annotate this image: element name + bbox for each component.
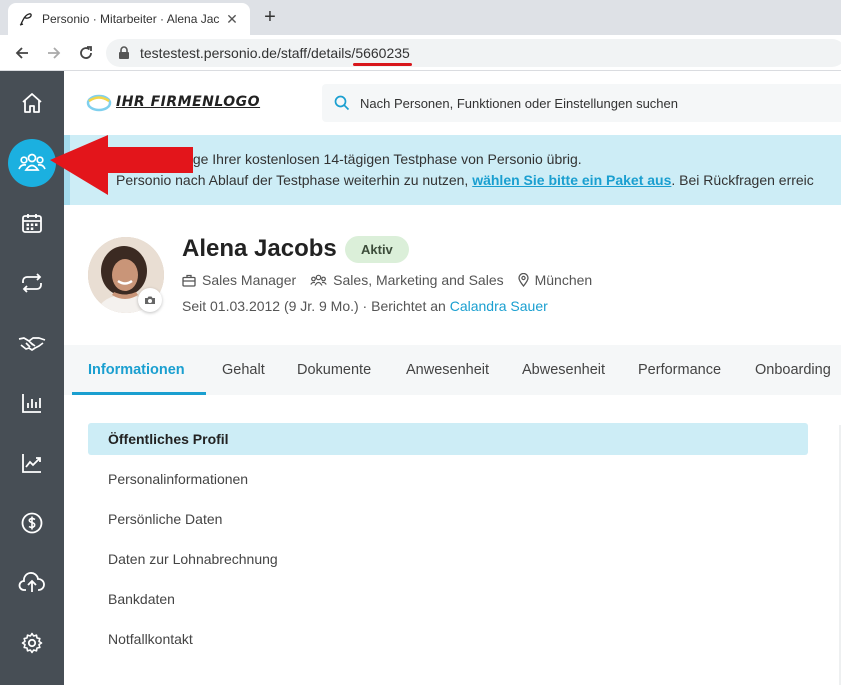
tab-dokumente[interactable]: Dokumente bbox=[297, 345, 371, 395]
sidebar-item-settings[interactable] bbox=[8, 619, 56, 667]
camera-icon bbox=[145, 296, 155, 304]
browser-tab-title: Personio · Mitarbeiter · Alena Jac bbox=[42, 12, 220, 26]
employment-since: Seit 01.03.2012 (9 Jr. 9 Mo.) bbox=[182, 298, 359, 314]
home-icon bbox=[22, 93, 42, 113]
tab-close-icon[interactable]: ✕ bbox=[224, 11, 240, 28]
tab-onboarding[interactable]: Onboarding bbox=[755, 345, 831, 395]
employee-profile-header: Alena Jacobs Aktiv Sales Manager Sales, … bbox=[64, 205, 841, 345]
reports-to-label: Berichtet an bbox=[371, 298, 446, 314]
section-personnel-info[interactable]: Personalinformationen bbox=[88, 463, 808, 495]
employment-info: Seit 01.03.2012 (9 Jr. 9 Mo.) · Berichte… bbox=[182, 298, 548, 314]
back-button[interactable] bbox=[10, 41, 34, 65]
new-tab-button[interactable]: + bbox=[258, 6, 282, 30]
arrow-right-icon bbox=[48, 47, 61, 59]
sync-icon bbox=[22, 273, 42, 293]
employee-meta: Sales Manager Sales, Marketing and Sales… bbox=[182, 272, 606, 288]
employee-department: Sales, Marketing and Sales bbox=[333, 272, 504, 288]
employee-office: München bbox=[534, 272, 593, 288]
briefcase-icon bbox=[182, 274, 196, 287]
tab-informationen[interactable]: Informationen bbox=[88, 345, 185, 395]
handshake-icon bbox=[18, 337, 46, 351]
search-placeholder: Nach Personen, Funktionen oder Einstellu… bbox=[360, 95, 678, 111]
section-payroll-data[interactable]: Daten zur Lohnabrechnung bbox=[88, 543, 808, 575]
forward-button[interactable] bbox=[42, 41, 66, 65]
logo-text: IHR FIRMENLOGO bbox=[116, 94, 261, 110]
sidebar-item-payroll[interactable] bbox=[8, 499, 56, 547]
red-arrow-annotation bbox=[50, 135, 193, 195]
section-personal-data[interactable]: Persönliche Daten bbox=[88, 503, 808, 535]
office-item: München bbox=[517, 272, 593, 288]
choose-plan-link[interactable]: wählen Sie bitte ein Paket aus bbox=[472, 172, 671, 188]
sidebar-item-home[interactable] bbox=[8, 79, 56, 127]
url-id-highlight bbox=[353, 63, 412, 66]
location-pin-icon bbox=[517, 273, 529, 287]
url-staff-id: 5660235 bbox=[353, 45, 412, 66]
employee-position: Sales Manager bbox=[202, 272, 297, 288]
global-search-input[interactable]: Nach Personen, Funktionen oder Einstellu… bbox=[322, 84, 841, 122]
browser-tabstrip: Personio · Mitarbeiter · Alena Jac ✕ + bbox=[0, 0, 841, 35]
tab-performance[interactable]: Performance bbox=[638, 345, 721, 395]
sidebar-item-handshake[interactable] bbox=[8, 319, 56, 367]
app-header: IHR FIRMENLOGO Nach Personen, Funktionen… bbox=[64, 71, 841, 135]
people-icon bbox=[18, 153, 46, 171]
sidebar-item-upload[interactable] bbox=[8, 559, 56, 607]
sidebar-item-reports[interactable] bbox=[8, 379, 56, 427]
browser-tab[interactable]: Personio · Mitarbeiter · Alena Jac ✕ bbox=[8, 3, 250, 35]
banner-line-2-suffix: . Bei Rückfragen erreic bbox=[671, 172, 814, 188]
employee-name: Alena Jacobs bbox=[182, 235, 337, 262]
separator-dot: · bbox=[362, 298, 368, 314]
company-logo[interactable]: IHR FIRMENLOGO bbox=[86, 89, 260, 115]
profile-content: Öffentliches Profil Personalinformatione… bbox=[64, 395, 841, 685]
calendar-icon bbox=[22, 214, 42, 233]
cloud-upload-icon bbox=[18, 572, 45, 592]
logo-swoosh-icon bbox=[86, 94, 112, 112]
sidebar-item-calendar[interactable] bbox=[8, 199, 56, 247]
status-badge: Aktiv bbox=[345, 236, 409, 263]
manager-link[interactable]: Calandra Sauer bbox=[450, 298, 548, 314]
arrow-left-icon bbox=[15, 47, 28, 59]
sidebar-item-sync[interactable] bbox=[8, 259, 56, 307]
reload-icon bbox=[80, 46, 92, 59]
department-item: Sales, Marketing and Sales bbox=[310, 272, 504, 288]
trending-icon bbox=[22, 454, 41, 473]
profile-tabs: Informationen Gehalt Dokumente Anwesenhe… bbox=[64, 345, 841, 395]
section-emergency-contact[interactable]: Notfallkontakt bbox=[88, 623, 808, 655]
browser-toolbar: testestest.personio.de/staff/details/566… bbox=[0, 35, 841, 71]
gear-icon bbox=[21, 632, 43, 654]
personio-favicon-icon bbox=[19, 13, 32, 26]
change-photo-button[interactable] bbox=[138, 288, 162, 312]
address-bar[interactable]: testestest.personio.de/staff/details/566… bbox=[106, 39, 841, 67]
tab-abwesenheit[interactable]: Abwesenheit bbox=[522, 345, 605, 395]
section-bank-details[interactable]: Bankdaten bbox=[88, 583, 808, 615]
position-item: Sales Manager bbox=[182, 272, 296, 288]
bar-chart-icon bbox=[22, 394, 41, 413]
section-public-profile[interactable]: Öffentliches Profil bbox=[88, 423, 808, 455]
tab-gehalt[interactable]: Gehalt bbox=[222, 345, 265, 395]
tab-anwesenheit[interactable]: Anwesenheit bbox=[406, 345, 489, 395]
sidebar-item-analytics[interactable] bbox=[8, 439, 56, 487]
url-base: testestest.personio.de/staff/details/ bbox=[140, 45, 356, 61]
reload-button[interactable] bbox=[74, 41, 98, 65]
banner-line-2: Personio nach Ablauf der Testphase weite… bbox=[116, 172, 814, 188]
team-icon bbox=[310, 274, 327, 286]
url-staff-id-text: 5660235 bbox=[355, 45, 410, 61]
lock-icon bbox=[119, 46, 129, 59]
dollar-icon bbox=[21, 512, 43, 534]
search-icon bbox=[334, 95, 350, 111]
